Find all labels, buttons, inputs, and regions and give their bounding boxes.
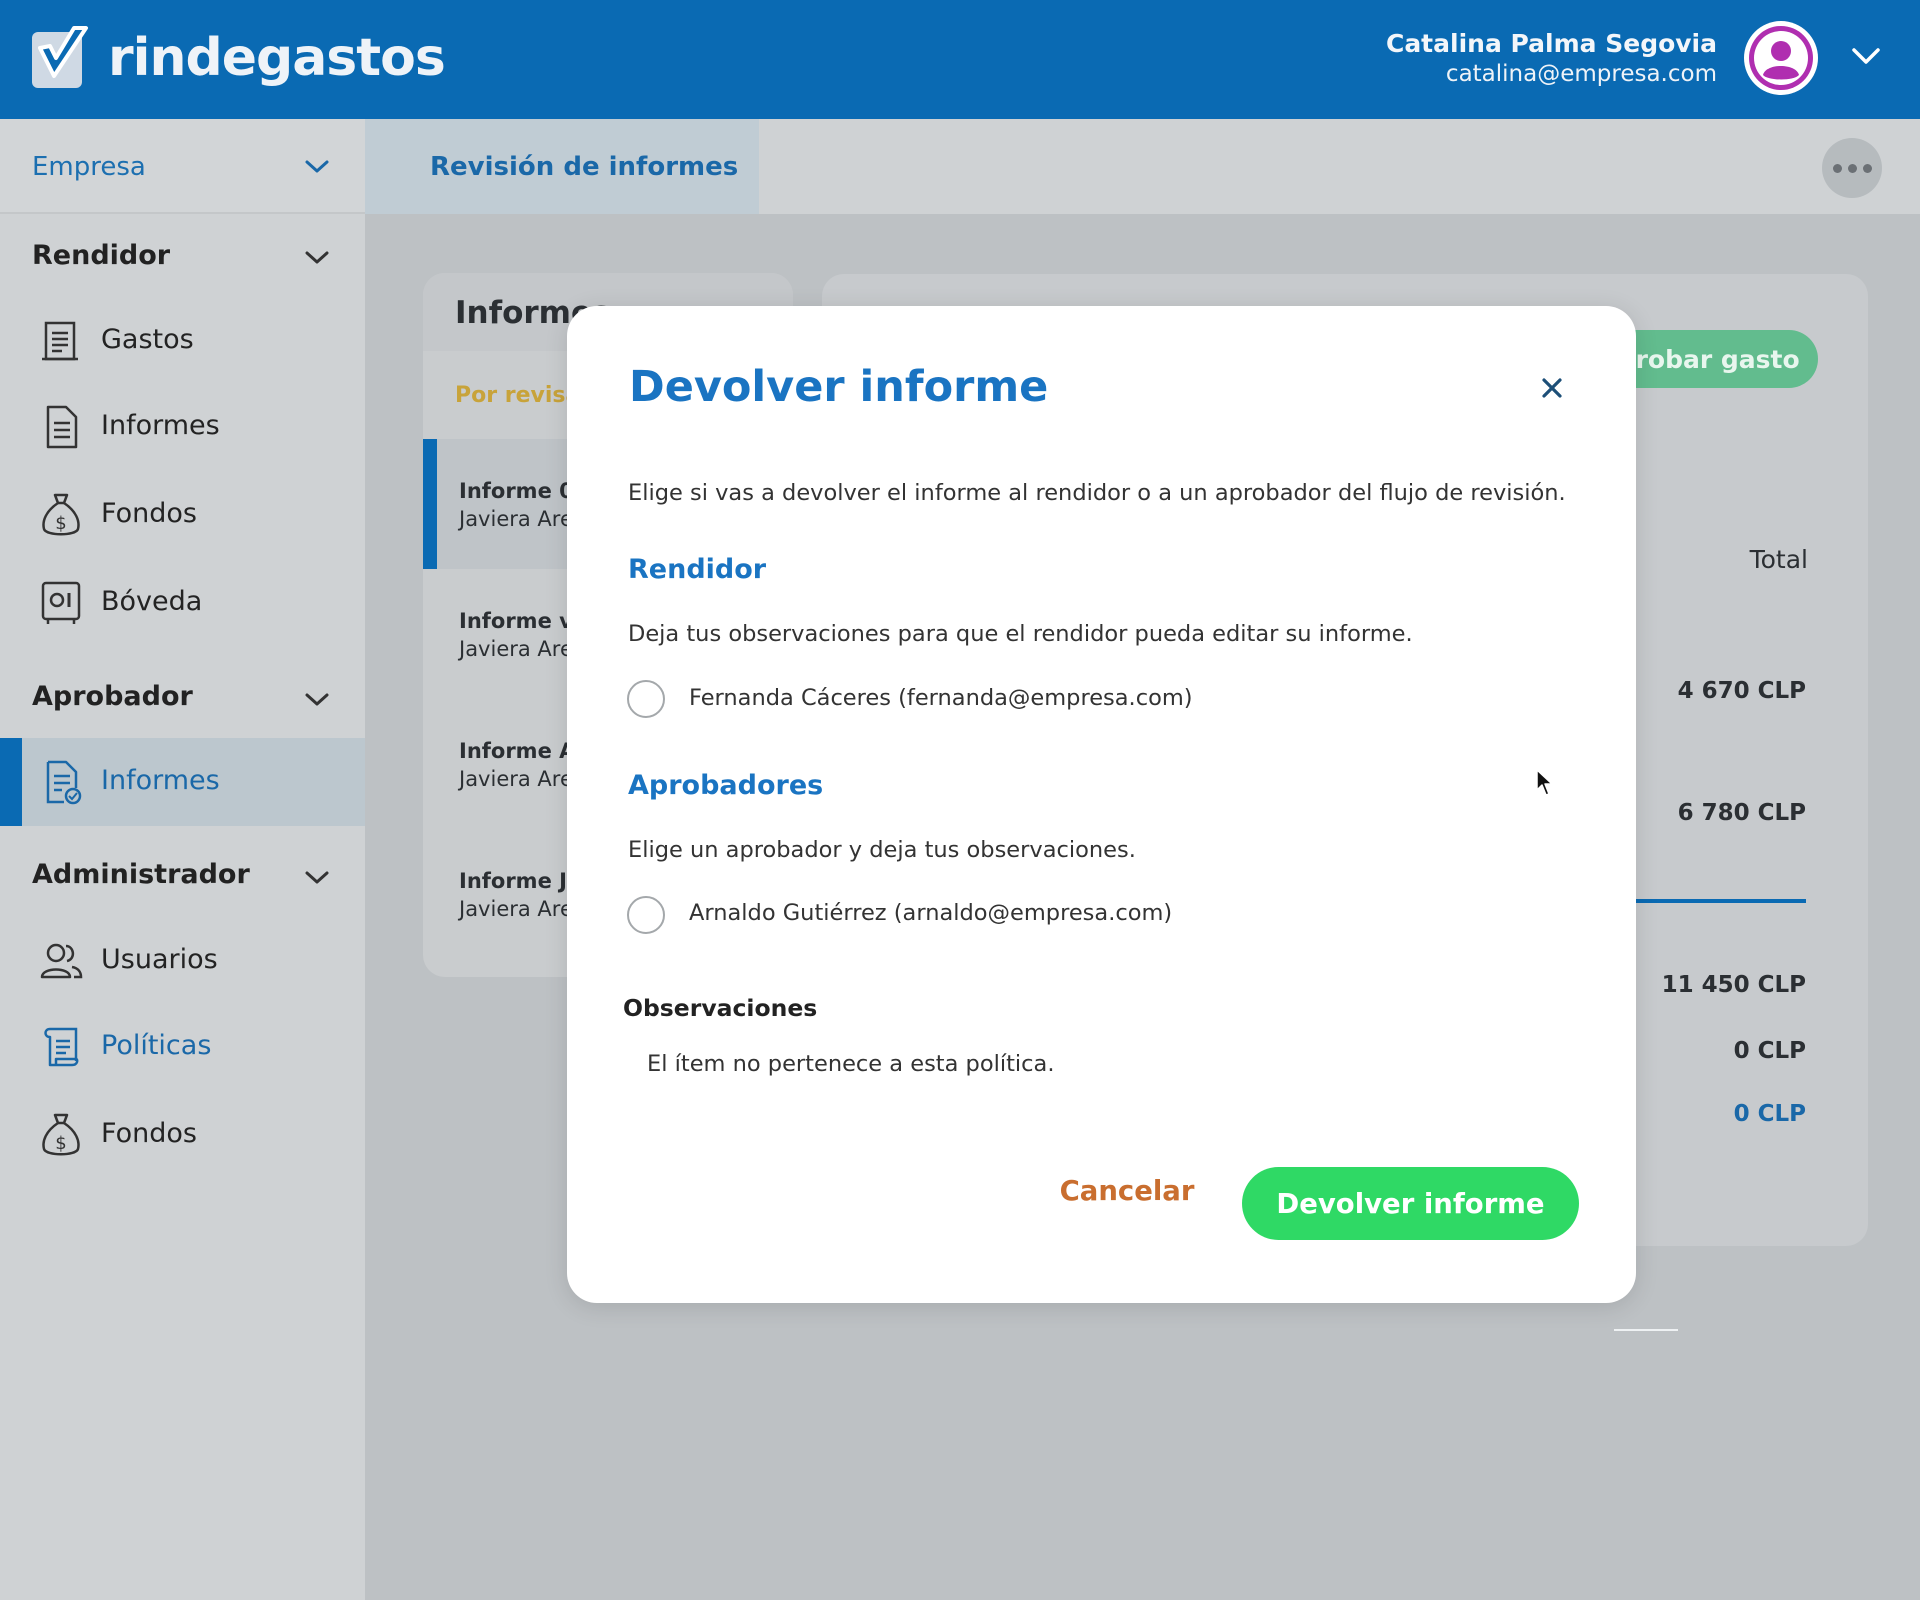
report-owner: Javiera Are <box>459 637 573 661</box>
sidebar-item-label: Fondos <box>101 1118 197 1149</box>
aprobadores-heading: Aprobadores <box>628 770 824 801</box>
user-name: Catalina Palma Segovia <box>1385 29 1717 58</box>
amount-value: 6 780 CLP <box>1677 800 1806 826</box>
more-options-button[interactable] <box>1822 138 1882 198</box>
radio-aprobador-label[interactable]: Arnaldo Gutiérrez (arnaldo@empresa.com) <box>689 900 1172 926</box>
return-report-button[interactable]: Devolver informe <box>1242 1167 1579 1240</box>
chevron-down-icon[interactable] <box>302 248 332 268</box>
sidebar-item-informes[interactable]: Informes <box>0 383 365 471</box>
radio-rendidor-label[interactable]: Fernanda Cáceres (fernanda@empresa.com) <box>689 685 1193 711</box>
modal-title: Devolver informe <box>629 362 1049 412</box>
report-owner: Javiera Are <box>459 507 573 531</box>
dot-icon <box>1862 163 1872 173</box>
section-title-administrador[interactable]: Administrador <box>32 859 250 890</box>
top-bar: rindegastos Catalina Palma Segovia catal… <box>0 0 1920 119</box>
money-bag-icon: $ <box>42 493 80 536</box>
users-icon <box>40 943 83 979</box>
cancel-button[interactable]: Cancelar <box>1057 1167 1197 1215</box>
sidebar-item-label: Fondos <box>101 498 197 529</box>
sidebar-item-label: Usuarios <box>101 944 218 975</box>
section-title-rendidor[interactable]: Rendidor <box>32 240 170 271</box>
svg-text:$: $ <box>55 1133 66 1154</box>
chevron-down-icon[interactable] <box>302 868 332 888</box>
sidebar-item-fondos[interactable]: $ Fondos <box>0 471 365 559</box>
sidebar-item-label: Informes <box>101 410 220 441</box>
sidebar-item-boveda[interactable]: Bóveda <box>0 559 365 647</box>
return-report-modal: Devolver informe Elige si vas a devolver… <box>567 306 1636 1303</box>
sidebar-item-label: Políticas <box>101 1030 212 1061</box>
company-selector[interactable]: Empresa <box>0 119 365 214</box>
sidebar-item-admin-fondos[interactable]: $ Fondos <box>0 1091 365 1179</box>
divider <box>1630 899 1806 903</box>
amount-value: 0 CLP <box>1733 1101 1806 1127</box>
logo-check-icon <box>32 26 88 88</box>
observaciones-field[interactable]: El ítem no pertenece a esta política. <box>647 1051 1055 1077</box>
tab-revision-informes[interactable]: Revisión de informes <box>365 119 759 214</box>
logo-text: rindegastos <box>108 28 446 88</box>
divider <box>1614 1329 1678 1331</box>
sidebar-item-politicas[interactable]: Políticas <box>0 1003 365 1091</box>
rendidor-text: Deja tus observaciones para que el rendi… <box>628 621 1413 647</box>
report-owner: Javiera Are <box>459 897 573 921</box>
user-email: catalina@empresa.com <box>1445 61 1717 87</box>
sidebar-item-label: Informes <box>101 765 220 796</box>
sidebar-item-gastos[interactable]: Gastos <box>0 297 365 385</box>
chevron-down-icon <box>305 160 329 173</box>
logo[interactable]: rindegastos <box>30 26 446 90</box>
amount-value: 4 670 CLP <box>1677 678 1806 704</box>
receipt-icon <box>42 321 78 361</box>
observaciones-label: Observaciones <box>623 994 818 1022</box>
dot-icon <box>1847 163 1857 173</box>
scroll-icon <box>44 1027 79 1067</box>
section-title-aprobador[interactable]: Aprobador <box>32 681 193 712</box>
amount-value: 0 CLP <box>1733 1038 1806 1064</box>
chevron-down-icon[interactable] <box>302 690 332 710</box>
sidebar-item-label: Gastos <box>101 324 194 355</box>
aprobadores-text: Elige un aprobador y deja tus observacio… <box>628 837 1136 863</box>
sidebar: Rendidor Gastos Informes $ Fondos Bóveda… <box>0 214 365 1600</box>
rendidor-heading: Rendidor <box>628 554 767 585</box>
sidebar-item-label: Bóveda <box>101 586 203 617</box>
chevron-down-icon[interactable] <box>1848 44 1884 70</box>
user-avatar-icon <box>1749 26 1813 90</box>
report-owner: Javiera Are <box>459 767 573 791</box>
company-label: Empresa <box>32 152 146 182</box>
avatar[interactable] <box>1744 21 1818 95</box>
radio-rendidor[interactable] <box>627 680 665 718</box>
sidebar-item-usuarios[interactable]: Usuarios <box>0 917 365 1005</box>
vault-icon <box>41 581 81 624</box>
document-icon <box>46 405 78 449</box>
svg-text:$: $ <box>55 513 66 534</box>
modal-description: Elige si vas a devolver el informe al re… <box>628 480 1566 506</box>
amount-value: 11 450 CLP <box>1661 972 1806 998</box>
money-bag-icon: $ <box>42 1113 80 1156</box>
mouse-cursor-icon <box>1536 769 1553 796</box>
close-icon[interactable] <box>1537 373 1567 403</box>
radio-aprobador[interactable] <box>627 896 665 934</box>
user-info[interactable]: Catalina Palma Segovia catalina@empresa.… <box>1386 28 1717 88</box>
total-header: Total <box>1749 545 1808 574</box>
active-indicator <box>0 738 22 826</box>
dot-icon <box>1832 163 1842 173</box>
document-check-icon <box>46 760 82 805</box>
tab-label: Revisión de informes <box>430 152 739 182</box>
selected-indicator <box>423 439 437 569</box>
sidebar-item-aprobador-informes[interactable]: Informes <box>0 738 365 826</box>
